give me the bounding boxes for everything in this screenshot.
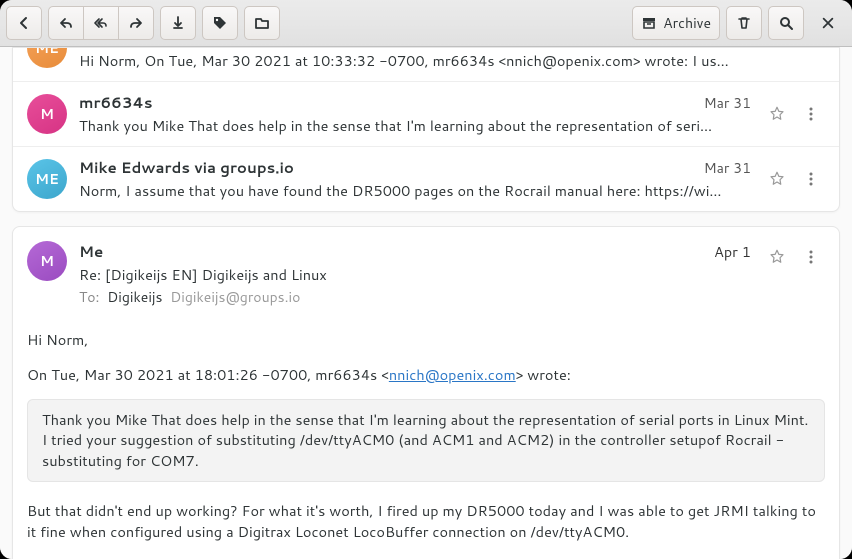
- expanded-to: To: Digikeijs Digikeijs@groups.io: [79, 287, 751, 307]
- message-row[interactable]: M mr6634s Mar 31 Thank you Mike That doe…: [13, 81, 839, 146]
- message-preview: Thank you Mike That does help in the sen…: [79, 115, 751, 136]
- email-link[interactable]: nnich@openix.com: [389, 364, 516, 385]
- message-preview: Hi Norm, On Tue, Mar 30 2021 at 10:33:32…: [79, 50, 825, 71]
- message-date: Mar 31: [704, 93, 751, 113]
- avatar: ME: [27, 159, 67, 199]
- quote-intro: On Tue, Mar 30 2021 at 18:01:26 -0700, m…: [27, 364, 825, 385]
- expanded-subject: Re: [Digikeijs EN] Digikeijs and Linux: [79, 264, 751, 285]
- mark-button[interactable]: [160, 6, 196, 40]
- thread-card: ME Hi Norm, On Tue, Mar 30 2021 at 10:33…: [12, 47, 840, 212]
- quoted-block: Thank you Mike That does help in the sen…: [27, 399, 825, 482]
- email-viewer-window: Archive ME Hi Norm, On Tue, Mar 30 2021 …: [0, 0, 852, 559]
- more-menu-button[interactable]: [797, 165, 825, 193]
- search-button[interactable]: [768, 6, 804, 40]
- reply-group: [48, 6, 154, 40]
- avatar: M: [27, 94, 67, 134]
- message-preview: Norm, I assume that you have found the D…: [79, 180, 751, 201]
- message-from: Mike Edwards via groups.io: [79, 157, 294, 178]
- archive-label: Archive: [663, 13, 711, 33]
- reply-all-button[interactable]: [83, 6, 119, 40]
- archive-button[interactable]: Archive: [632, 6, 720, 40]
- trash-button[interactable]: [726, 6, 762, 40]
- star-button[interactable]: [763, 165, 791, 193]
- expanded-from: Me: [79, 241, 103, 262]
- expanded-date: Apr 1: [714, 241, 751, 262]
- headerbar: Archive: [0, 0, 852, 47]
- star-button[interactable]: [763, 243, 791, 271]
- expanded-message: M Me Apr 1 Re: [Digikeijs EN] Digikeijs …: [12, 226, 840, 559]
- message-from: mr6634s: [79, 92, 153, 113]
- archive-icon: [641, 15, 657, 31]
- message-row[interactable]: ME Mike Edwards via groups.io Mar 31 Nor…: [13, 146, 839, 211]
- star-button[interactable]: [763, 100, 791, 128]
- move-button[interactable]: [244, 6, 280, 40]
- avatar: M: [27, 241, 67, 281]
- more-menu-button[interactable]: [797, 100, 825, 128]
- greeting-line: Hi Norm,: [27, 329, 825, 350]
- content-area: ME Hi Norm, On Tue, Mar 30 2021 at 10:33…: [0, 47, 852, 559]
- tag-button[interactable]: [202, 6, 238, 40]
- more-menu-button[interactable]: [797, 243, 825, 271]
- forward-button[interactable]: [118, 6, 154, 40]
- reply-text: But that didn't end up working? For what…: [27, 500, 825, 542]
- reply-button[interactable]: [48, 6, 84, 40]
- close-button[interactable]: [810, 6, 846, 40]
- avatar: ME: [27, 47, 67, 68]
- message-row[interactable]: ME Hi Norm, On Tue, Mar 30 2021 at 10:33…: [13, 48, 839, 81]
- message-body: Hi Norm, On Tue, Mar 30 2021 at 18:01:26…: [27, 329, 825, 542]
- message-date: Mar 31: [704, 158, 751, 178]
- back-button[interactable]: [6, 6, 42, 40]
